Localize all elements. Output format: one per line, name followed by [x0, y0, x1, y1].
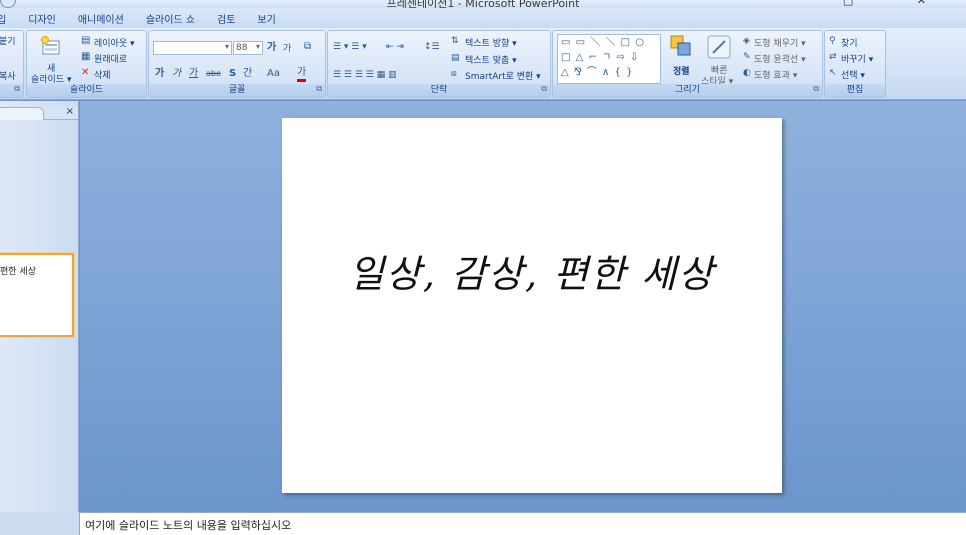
slides-group-label: 슬라이드	[27, 84, 146, 97]
copy-label[interactable]: 복사	[0, 69, 16, 82]
title-bar: 프레젠테이션1 - Microsoft PowerPoint □ ✕	[0, 0, 966, 8]
align-text-icon: ▤	[451, 53, 460, 63]
ribbon: 붙기 복사 ⧉ 새 슬라이드 ▾ ▤ 레이아웃 ▾ ▦ 원래대로 ✕ 삭제 슬라…	[0, 28, 966, 100]
thumbnail-text: 편한 세상	[0, 267, 36, 277]
delete-button[interactable]: 삭제	[94, 68, 111, 81]
font-group: ▾ 88 ▾ 가 가 ⧉ 가 가 가 abe S 간 Aa 가 글꼴 ⧉	[148, 30, 326, 98]
shape-effects-icon: ◐	[743, 68, 751, 78]
strikethrough-button[interactable]: abe	[206, 68, 221, 80]
shadow-button[interactable]: S	[229, 68, 236, 80]
clear-format-icon[interactable]: ⧉	[304, 41, 311, 53]
shape-effects-button[interactable]: 도형 효과 ▾	[754, 68, 797, 81]
shape-fill-icon: ◈	[743, 36, 750, 46]
window-title: 프레젠테이션1 - Microsoft PowerPoint	[386, 0, 580, 8]
slide-canvas[interactable]: 일상, 감상, 편한 세상	[282, 118, 782, 493]
editing-group: ⚲ 찾기 ⇄ 바꾸기 ▾ ↖ 선택 ▾ 편집	[824, 30, 886, 98]
underline-button[interactable]: 가	[189, 68, 198, 80]
tab-animations[interactable]: 애니메이션	[67, 11, 135, 26]
smartart-icon: ⧈	[451, 69, 457, 79]
arrange-icon[interactable]	[669, 34, 693, 58]
slides-group: 새 슬라이드 ▾ ▤ 레이아웃 ▾ ▦ 원래대로 ✕ 삭제 슬라이드	[26, 30, 147, 98]
shape-fill-button[interactable]: 도형 채우기 ▾	[754, 36, 806, 49]
notes-placeholder: 여기에 슬라이드 노트의 내용을 입력하십시오	[85, 519, 292, 532]
tab-insert[interactable]: 입	[0, 11, 17, 26]
grow-font-button[interactable]: 가	[267, 42, 276, 54]
tab-view[interactable]: 보기	[246, 11, 286, 26]
arrange-button[interactable]: 정렬	[673, 64, 690, 77]
paragraph-group-label: 단락 ⧉	[328, 84, 550, 97]
binoculars-icon: ⚲	[829, 36, 836, 46]
shape-outline-icon: ✎	[743, 52, 751, 62]
reset-button[interactable]: 원래대로	[94, 52, 127, 65]
quick-styles-icon[interactable]	[706, 34, 732, 60]
text-direction-button[interactable]: 텍스트 방향 ▾	[465, 36, 517, 49]
select-button[interactable]: 선택 ▾	[841, 68, 865, 81]
italic-button[interactable]: 가	[172, 68, 181, 80]
font-name-combobox[interactable]: ▾	[153, 41, 232, 55]
font-color-button[interactable]: 가	[297, 67, 307, 82]
drawing-launcher-icon[interactable]: ⧉	[813, 82, 819, 95]
smartart-button[interactable]: SmartArt로 변환 ▾	[465, 69, 541, 82]
find-button[interactable]: 찾기	[841, 36, 858, 49]
delete-icon: ✕	[81, 67, 90, 78]
indent-icon[interactable]: ⇤ ⇥	[386, 41, 404, 53]
bullets-icon[interactable]: ☰ ▾ ☰ ▾	[333, 41, 367, 53]
shape-outline-button[interactable]: 도형 윤곽선 ▾	[754, 52, 806, 65]
drawing-group-label: 그리기 ⧉	[553, 84, 822, 97]
drawing-group: ▭ ▭ ＼ ＼ □ ○ □ △ ⌐ ㄱ ⇨ ⇩ △ ⅋ ⌒ ∧ { } 정렬 빠…	[552, 30, 823, 98]
slide-editing-area: 일상, 감상, 편한 세상	[80, 101, 966, 512]
tab-design[interactable]: 디자인	[17, 11, 67, 26]
font-size-combobox[interactable]: 88 ▾	[233, 41, 263, 55]
clipboard-launcher-icon[interactable]: ⧉	[14, 82, 20, 95]
slide-title-text[interactable]: 일상, 감상, 편한 세상	[282, 243, 782, 298]
notes-pane[interactable]: 여기에 슬라이드 노트의 내용을 입력하십시오	[80, 512, 966, 535]
reset-icon: ▦	[81, 51, 91, 62]
shrink-font-button[interactable]: 가	[283, 43, 291, 55]
tab-review[interactable]: 검토	[206, 11, 246, 26]
close-icon[interactable]: ×	[66, 106, 74, 117]
clipboard-group: 붙기 복사 ⧉	[0, 30, 24, 98]
font-group-label: 글꼴 ⧉	[149, 84, 325, 97]
char-spacing-button[interactable]: 간	[243, 68, 252, 80]
paragraph-launcher-icon[interactable]: ⧉	[541, 82, 547, 95]
text-direction-icon: ⇅	[451, 36, 459, 46]
replace-button[interactable]: 바꾸기 ▾	[841, 52, 873, 65]
window-controls[interactable]: □ ✕	[843, 0, 956, 7]
ribbon-tabs: 입 디자인 애니메이션 슬라이드 쇼 검토 보기	[0, 8, 966, 28]
slide-thumbnail[interactable]: 편한 세상	[0, 253, 74, 337]
slides-tab[interactable]	[0, 107, 44, 120]
change-case-button[interactable]: Aa	[267, 68, 280, 80]
slides-panel: × 편한 세상	[0, 101, 79, 512]
font-launcher-icon[interactable]: ⧉	[316, 82, 322, 95]
editing-group-label: 편집	[825, 84, 885, 97]
tab-slide-show[interactable]: 슬라이드 쇼	[135, 11, 206, 26]
bold-button[interactable]: 가	[155, 68, 164, 80]
layout-icon: ▤	[81, 35, 91, 46]
line-spacing-icon[interactable]: ↕☰	[424, 41, 440, 53]
select-icon: ↖	[829, 68, 837, 78]
paste-label[interactable]: 붙기	[0, 34, 16, 47]
new-slide-icon[interactable]	[40, 35, 60, 55]
align-icons[interactable]: ☰ ☰ ☰ ☰ ▦ ▥	[333, 69, 397, 81]
shapes-gallery[interactable]: ▭ ▭ ＼ ＼ □ ○ □ △ ⌐ ㄱ ⇨ ⇩ △ ⅋ ⌒ ∧ { }	[557, 34, 661, 84]
paragraph-group: ☰ ▾ ☰ ▾ ⇤ ⇥ ↕☰ ☰ ☰ ☰ ☰ ▦ ▥ ⇅ 텍스트 방향 ▾ ▤ …	[327, 30, 551, 98]
notes-left-spacer	[0, 512, 80, 535]
align-text-button[interactable]: 텍스트 맞춤 ▾	[465, 53, 517, 66]
layout-button[interactable]: 레이아웃 ▾	[94, 36, 135, 49]
replace-icon: ⇄	[829, 52, 837, 62]
